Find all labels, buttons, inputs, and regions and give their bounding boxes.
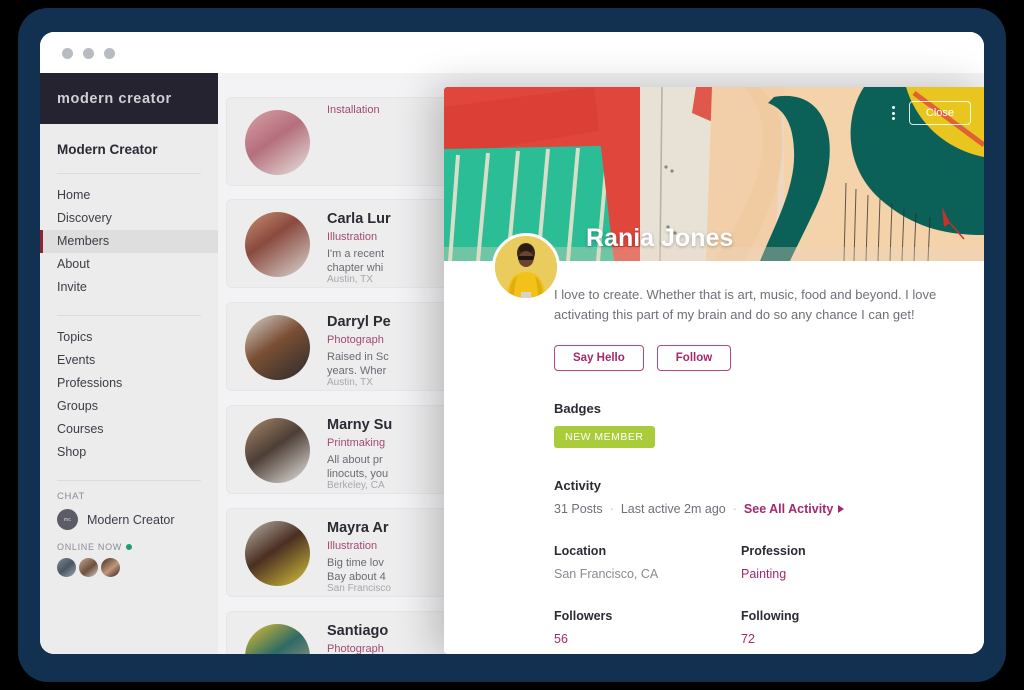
- follow-button[interactable]: Follow: [656, 345, 732, 371]
- member-name: Santiago: [327, 623, 389, 639]
- member-profile-modal: Close Rania Jones I love to create. Whet…: [444, 87, 984, 654]
- badges-section-title: Badges: [554, 401, 601, 416]
- avatar: [245, 624, 310, 654]
- cover-actions: Close: [888, 101, 971, 125]
- sidebar: modern creator Modern Creator Home Disco…: [40, 73, 218, 654]
- nav-divider-middle: [57, 315, 201, 316]
- online-now-label: ONLINE NOW: [40, 542, 218, 552]
- profile-fields-row-1: Location San Francisco, CA Profession Pa…: [554, 544, 954, 581]
- following-value[interactable]: 72: [741, 632, 954, 646]
- activity-last-active: Last active 2m ago: [620, 502, 726, 516]
- member-name: Darryl Pe: [327, 314, 391, 330]
- member-profession: Photograph: [327, 334, 384, 346]
- sidebar-item-home[interactable]: Home: [40, 184, 218, 207]
- avatar[interactable]: [101, 558, 120, 577]
- member-name: Marny Su: [327, 417, 393, 433]
- say-hello-button[interactable]: Say Hello: [554, 345, 644, 371]
- sidebar-item-professions[interactable]: Professions: [40, 372, 218, 395]
- profile-sections: Badges NEW MEMBER Activity 31 Posts · La…: [444, 401, 984, 654]
- see-all-activity-label: See All Activity: [743, 502, 834, 516]
- online-avatars-list: [40, 558, 218, 577]
- profession-value[interactable]: Painting: [741, 567, 954, 581]
- profile-actions: Say Hello Follow: [554, 345, 954, 371]
- following-field: Following 72: [741, 609, 954, 646]
- activity-separator-1: ·: [609, 502, 614, 516]
- sidebar-brand[interactable]: modern creator: [40, 73, 218, 124]
- more-options-icon[interactable]: [888, 102, 899, 124]
- avatar[interactable]: [79, 558, 98, 577]
- avatar-artwork: [495, 236, 557, 298]
- avatar[interactable]: [57, 558, 76, 577]
- member-profession: Illustration: [327, 540, 378, 552]
- followers-field: Followers 56: [554, 609, 741, 646]
- profession-label: Profession: [741, 544, 806, 558]
- member-location: Austin, TX: [327, 377, 373, 388]
- followers-label: Followers: [554, 609, 613, 623]
- chat-avatar: mc: [57, 509, 78, 530]
- chat-channel-modern-creator[interactable]: mc Modern Creator: [40, 509, 218, 530]
- avatar: [245, 315, 310, 380]
- window-titlebar: [40, 32, 984, 73]
- avatar: [245, 110, 310, 175]
- brand-label: modern creator: [57, 90, 172, 107]
- avatar: [245, 418, 310, 483]
- activity-summary: 31 Posts · Last active 2m ago · See All …: [554, 502, 954, 516]
- member-name: Mayra Ar: [327, 520, 389, 536]
- chat-channel-label: Modern Creator: [87, 512, 175, 527]
- status-badge: NEW MEMBER: [554, 426, 655, 448]
- sidebar-item-topics[interactable]: Topics: [40, 326, 218, 349]
- chevron-right-icon: [838, 505, 845, 513]
- sidebar-item-shop[interactable]: Shop: [40, 441, 218, 464]
- traffic-light-maximize[interactable]: [104, 48, 115, 59]
- sidebar-item-courses[interactable]: Courses: [40, 418, 218, 441]
- chat-section-label: CHAT: [57, 491, 85, 502]
- member-profession: Photograph: [327, 643, 384, 654]
- avatar: [492, 233, 560, 301]
- online-status-dot: [126, 544, 133, 550]
- nav-divider-bottom: [57, 480, 201, 481]
- sidebar-item-discovery[interactable]: Discovery: [40, 207, 218, 230]
- see-all-activity-link[interactable]: See All Activity: [743, 502, 845, 516]
- activity-section-title: Activity: [554, 478, 601, 493]
- sidebar-item-invite[interactable]: Invite: [40, 276, 218, 299]
- location-field: Location San Francisco, CA: [554, 544, 741, 581]
- sidebar-item-groups[interactable]: Groups: [40, 395, 218, 418]
- member-profession: Printmaking: [327, 437, 386, 449]
- profession-field: Profession Painting: [741, 544, 954, 581]
- location-label: Location: [554, 544, 607, 558]
- avatar: [245, 212, 310, 277]
- community-title: Modern Creator: [57, 142, 158, 157]
- profile-bio: I love to create. Whether that is art, m…: [554, 287, 937, 322]
- sidebar-item-about[interactable]: About: [40, 253, 218, 276]
- following-label: Following: [741, 609, 800, 623]
- followers-value[interactable]: 56: [554, 632, 741, 646]
- sidebar-item-members[interactable]: Members: [40, 230, 218, 253]
- sidebar-item-events[interactable]: Events: [40, 349, 218, 372]
- activity-posts-count: 31 Posts: [554, 502, 603, 516]
- avatar: [245, 521, 310, 586]
- app-body: modern creator Modern Creator Home Disco…: [40, 73, 984, 654]
- member-profession: Illustration: [327, 231, 378, 243]
- member-name: Carla Lur: [327, 211, 391, 227]
- traffic-light-minimize[interactable]: [83, 48, 94, 59]
- online-now-text: ONLINE NOW: [57, 542, 123, 552]
- activity-separator-2: ·: [732, 502, 737, 516]
- profile-fields-row-2: Followers 56 Following 72: [554, 609, 954, 646]
- member-location: San Francisco: [327, 583, 391, 594]
- nav-divider-top: [57, 173, 201, 174]
- browser-window: modern creator Modern Creator Home Disco…: [40, 32, 984, 654]
- device-frame: modern creator Modern Creator Home Disco…: [18, 8, 1006, 682]
- member-location: Berkeley, CA: [327, 480, 385, 491]
- member-location: Austin, TX: [327, 274, 373, 285]
- traffic-light-close[interactable]: [62, 48, 73, 59]
- location-value: San Francisco, CA: [554, 567, 659, 581]
- close-button[interactable]: Close: [908, 101, 971, 125]
- member-profession: Installation: [327, 104, 380, 116]
- page-title: Rania Jones: [586, 224, 734, 252]
